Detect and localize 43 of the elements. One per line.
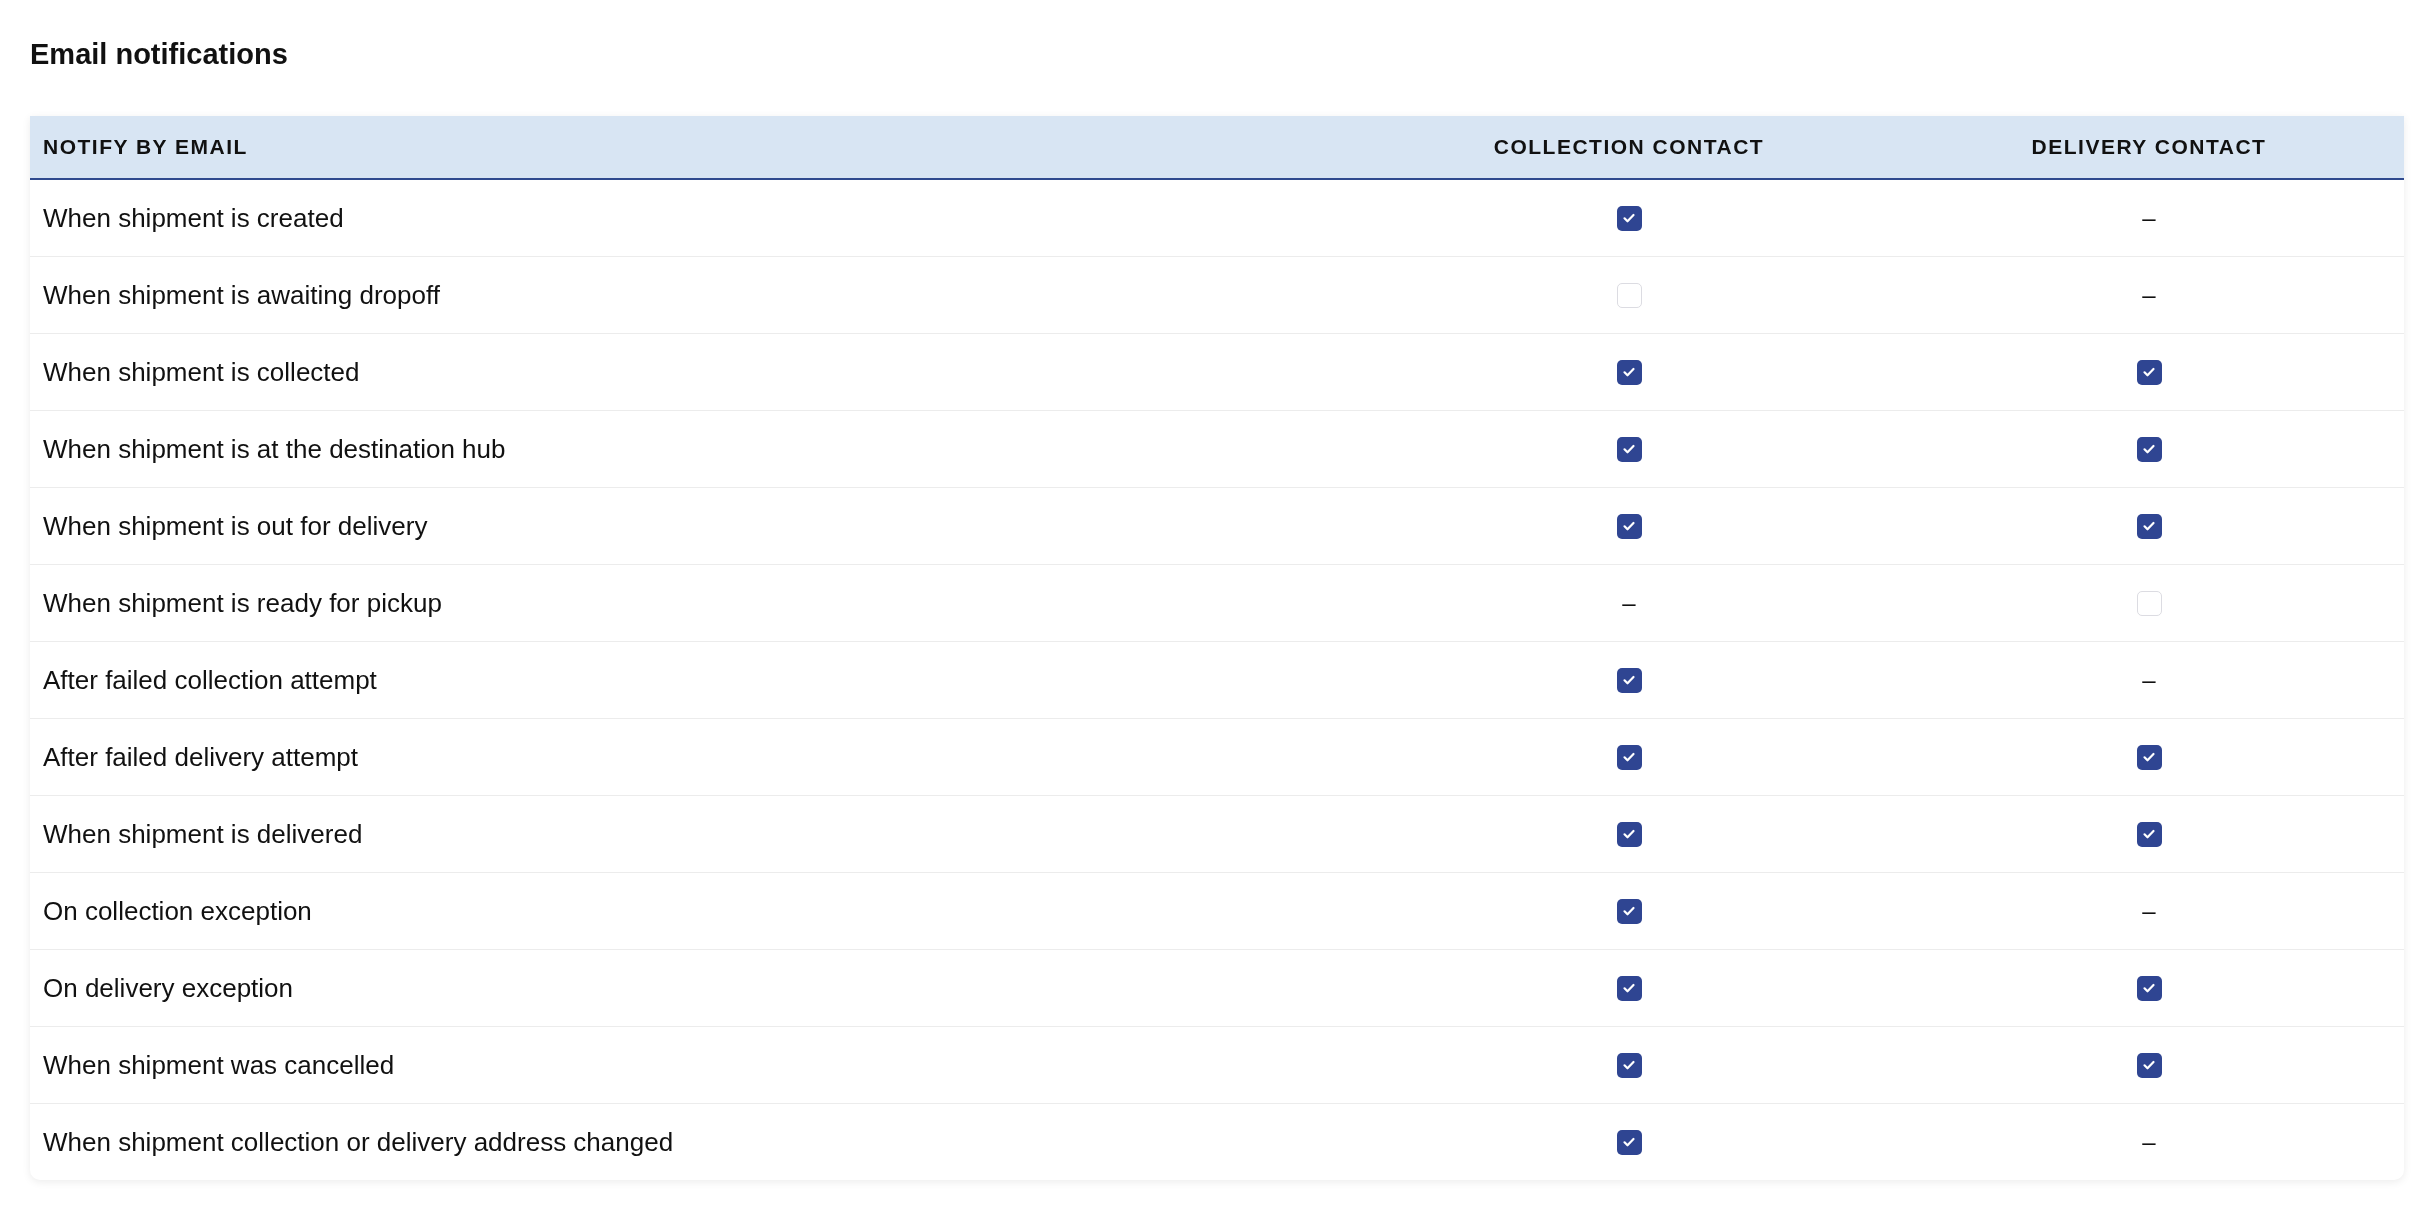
- checkbox[interactable]: [1616, 821, 1642, 847]
- row-label: After failed delivery attempt: [42, 741, 359, 773]
- checkbox[interactable]: [2136, 744, 2162, 770]
- row-label: On collection exception: [42, 895, 312, 927]
- checkbox[interactable]: [1616, 513, 1642, 539]
- row-label: When shipment is ready for pickup: [42, 587, 442, 619]
- checkbox[interactable]: [1616, 282, 1642, 308]
- row-label: When shipment collection or delivery address changed: [42, 1126, 674, 1158]
- checkbox[interactable]: [1616, 1129, 1642, 1155]
- column-header: NOTIFY BY EMAIL: [42, 135, 249, 159]
- checkbox[interactable]: [2136, 590, 2162, 616]
- checkbox[interactable]: [1616, 1052, 1642, 1078]
- column-header: COLLECTION CONTACT: [1493, 135, 1765, 159]
- not-applicable-dash: –: [1622, 589, 1636, 617]
- not-applicable-dash: –: [2142, 1128, 2156, 1156]
- checkbox[interactable]: [1616, 359, 1642, 385]
- row-label: When shipment is created: [42, 202, 344, 234]
- checkbox[interactable]: [1616, 898, 1642, 924]
- row-label: After failed collection attempt: [42, 664, 377, 696]
- checkbox[interactable]: [2136, 359, 2162, 385]
- checkbox[interactable]: [2136, 821, 2162, 847]
- row-label: When shipment is awaiting dropoff: [42, 279, 440, 311]
- checkbox[interactable]: [2136, 1052, 2162, 1078]
- checkbox[interactable]: [2136, 436, 2162, 462]
- checkbox[interactable]: [1616, 975, 1642, 1001]
- not-applicable-dash: –: [2142, 897, 2156, 925]
- checkbox[interactable]: [2136, 513, 2162, 539]
- checkbox[interactable]: [2136, 975, 2162, 1001]
- section-title: Email notifications: [30, 37, 289, 72]
- column-header: DELIVERY CONTACT: [2031, 135, 2267, 159]
- checkbox[interactable]: [1616, 205, 1642, 231]
- row-label: When shipment was cancelled: [42, 1049, 395, 1081]
- row-label: When shipment is at the destination hub: [42, 433, 506, 465]
- row-label: When shipment is collected: [42, 356, 360, 388]
- not-applicable-dash: –: [2142, 666, 2156, 694]
- not-applicable-dash: –: [2142, 204, 2156, 232]
- checkbox[interactable]: [1616, 436, 1642, 462]
- row-label: When shipment is out for delivery: [42, 510, 428, 542]
- not-applicable-dash: –: [2142, 281, 2156, 309]
- row-label: When shipment is delivered: [42, 818, 363, 850]
- checkbox[interactable]: [1616, 667, 1642, 693]
- checkbox[interactable]: [1616, 744, 1642, 770]
- row-label: On delivery exception: [42, 972, 294, 1004]
